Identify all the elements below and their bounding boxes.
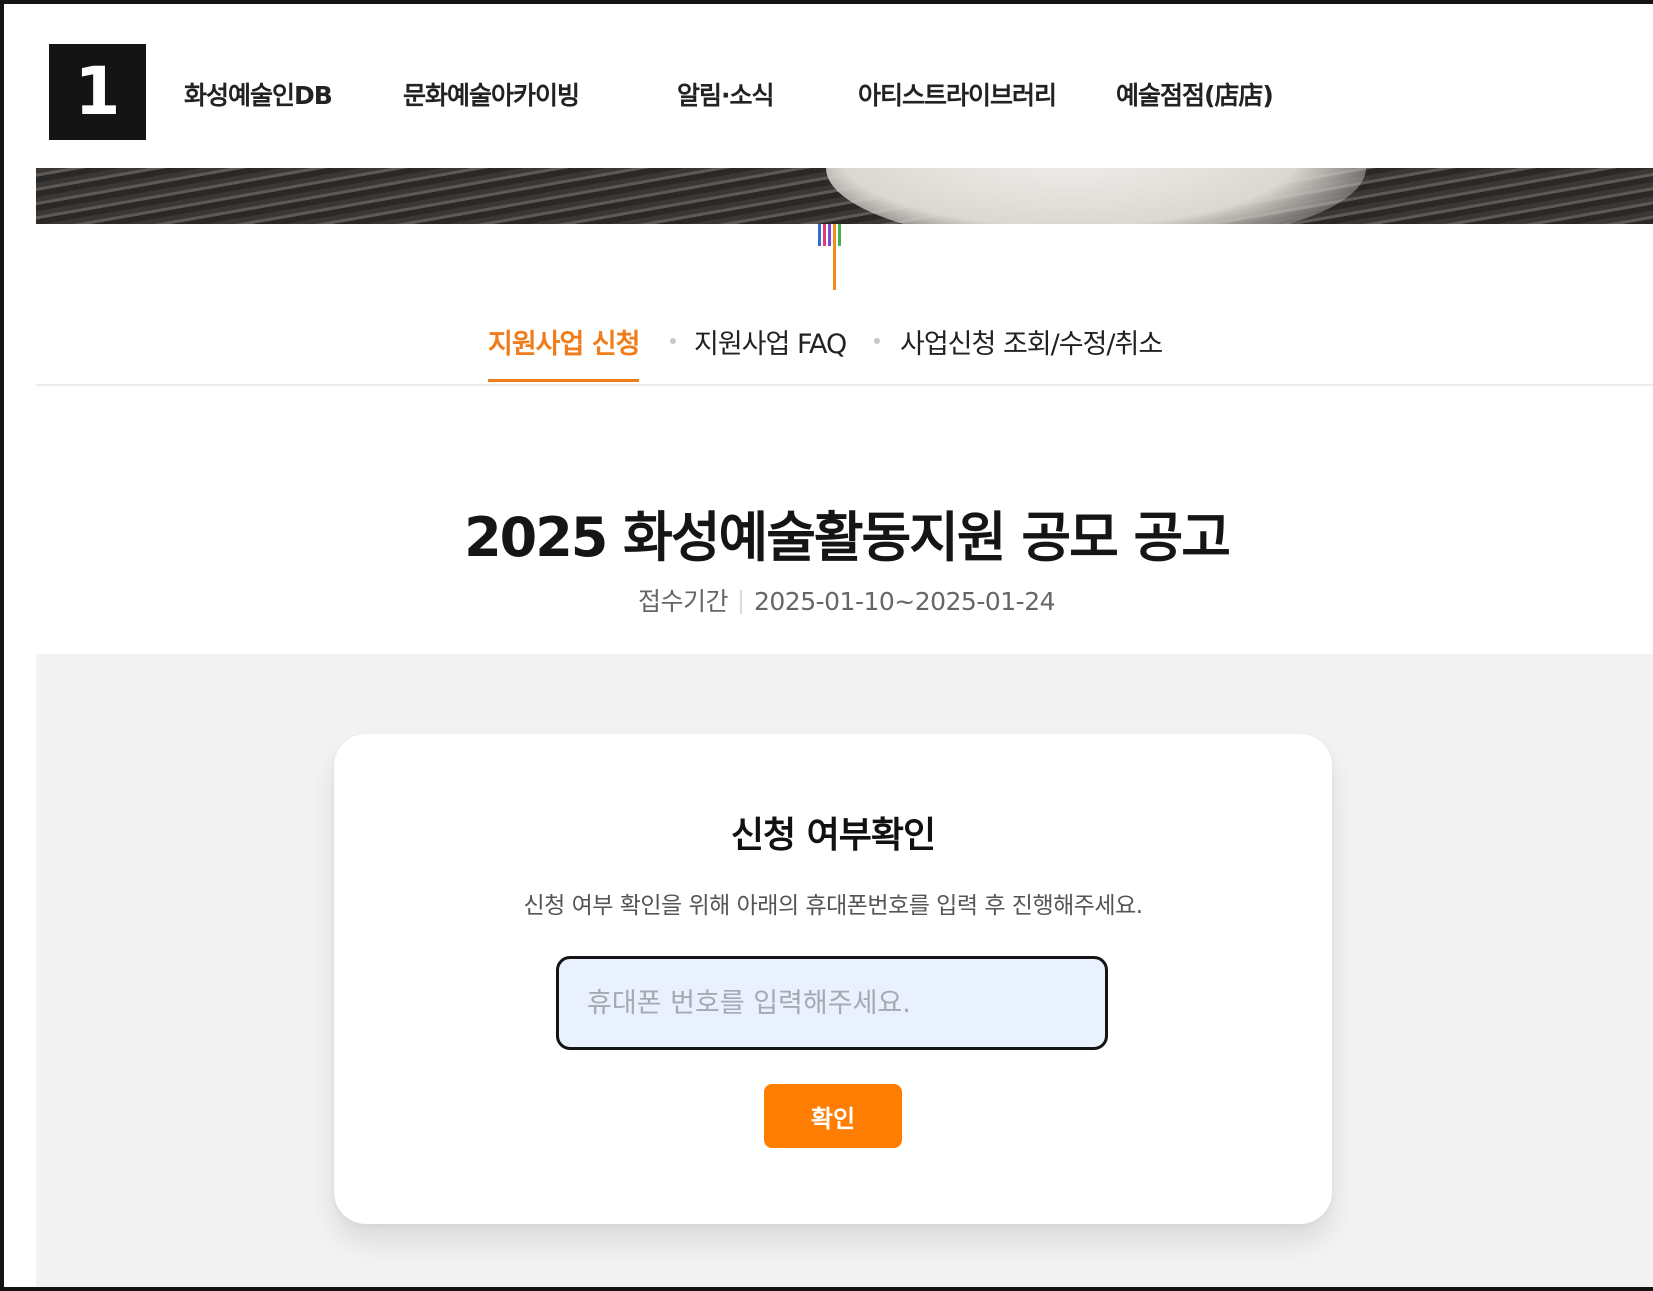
deco-line xyxy=(818,224,821,246)
period-label: 접수기간 xyxy=(637,587,729,616)
step-number-badge: 1 xyxy=(49,44,146,140)
gnb-item-culture-archiving[interactable]: 문화예술아카이빙 xyxy=(403,76,580,112)
application-period: 접수기간 2025-01-10~2025-01-24 xyxy=(36,582,1653,618)
phone-number-input[interactable] xyxy=(556,956,1108,1050)
sub-tab-navigation: 지원사업 신청 지원사업 FAQ 사업신청 조회/수정/취소 xyxy=(36,308,1653,386)
gnb-item-art-shop[interactable]: 예술점점(店店) xyxy=(1116,76,1274,112)
tab-support-faq[interactable]: 지원사업 FAQ xyxy=(694,322,847,379)
tab-support-apply[interactable]: 지원사업 신청 xyxy=(488,322,640,382)
period-value: 2025-01-10~2025-01-24 xyxy=(753,587,1056,616)
screenshot-frame: 화성예술인DB 문화예술아카이빙 알림·소식 아티스트라이브러리 예술점점(店店… xyxy=(0,0,1653,1291)
deco-line xyxy=(823,224,826,246)
check-section: 신청 여부확인 신청 여부 확인을 위해 아래의 휴대폰번호를 입력 후 진행해… xyxy=(36,654,1653,1287)
hero-banner-image xyxy=(36,168,1653,224)
deco-line xyxy=(828,224,831,246)
banner-highlight xyxy=(826,168,1366,224)
color-lines-decoration xyxy=(816,224,856,290)
gnb-item-artist-db[interactable]: 화성예술인DB xyxy=(184,76,333,112)
card-title: 신청 여부확인 xyxy=(730,815,936,856)
tab-application-inquiry[interactable]: 사업신청 조회/수정/취소 xyxy=(900,322,1163,379)
gnb-item-artist-library[interactable]: 아티스트라이브러리 xyxy=(858,76,1057,112)
gnb-item-news[interactable]: 알림·소식 xyxy=(677,76,774,112)
period-divider xyxy=(739,590,742,614)
confirm-button[interactable]: 확인 xyxy=(764,1084,902,1148)
deco-line xyxy=(833,224,836,290)
tab-separator-dot xyxy=(874,338,880,344)
deco-line xyxy=(838,224,841,246)
notice-title: 2025 화성예술활동지원 공모 공고 xyxy=(464,506,1231,569)
page-viewport: 화성예술인DB 문화예술아카이빙 알림·소식 아티스트라이브러리 예술점점(店店… xyxy=(36,8,1653,1287)
card-description: 신청 여부 확인을 위해 아래의 휴대폰번호를 입력 후 진행해주세요. xyxy=(523,893,1143,919)
global-navigation: 화성예술인DB 문화예술아카이빙 알림·소식 아티스트라이브러리 예술점점(店店… xyxy=(36,8,1653,168)
tab-separator-dot xyxy=(670,338,676,344)
application-check-card: 신청 여부확인 신청 여부 확인을 위해 아래의 휴대폰번호를 입력 후 진행해… xyxy=(334,734,1332,1224)
